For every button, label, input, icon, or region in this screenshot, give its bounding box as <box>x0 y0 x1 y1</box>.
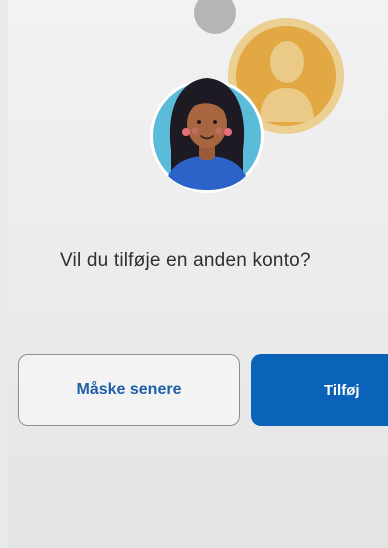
maybe-later-button[interactable]: Måske senere <box>18 354 240 426</box>
maybe-later-label: Måske senere <box>76 381 182 398</box>
avatar-group <box>150 18 344 193</box>
account-prompt-screen: Vil du tilføje en anden konto? Måske sen… <box>8 0 388 548</box>
add-account-button[interactable]: Tilføj <box>251 354 388 426</box>
add-account-label: Tilføj <box>324 381 360 399</box>
add-account-prompt: Vil du tilføje en anden konto? <box>60 250 311 271</box>
